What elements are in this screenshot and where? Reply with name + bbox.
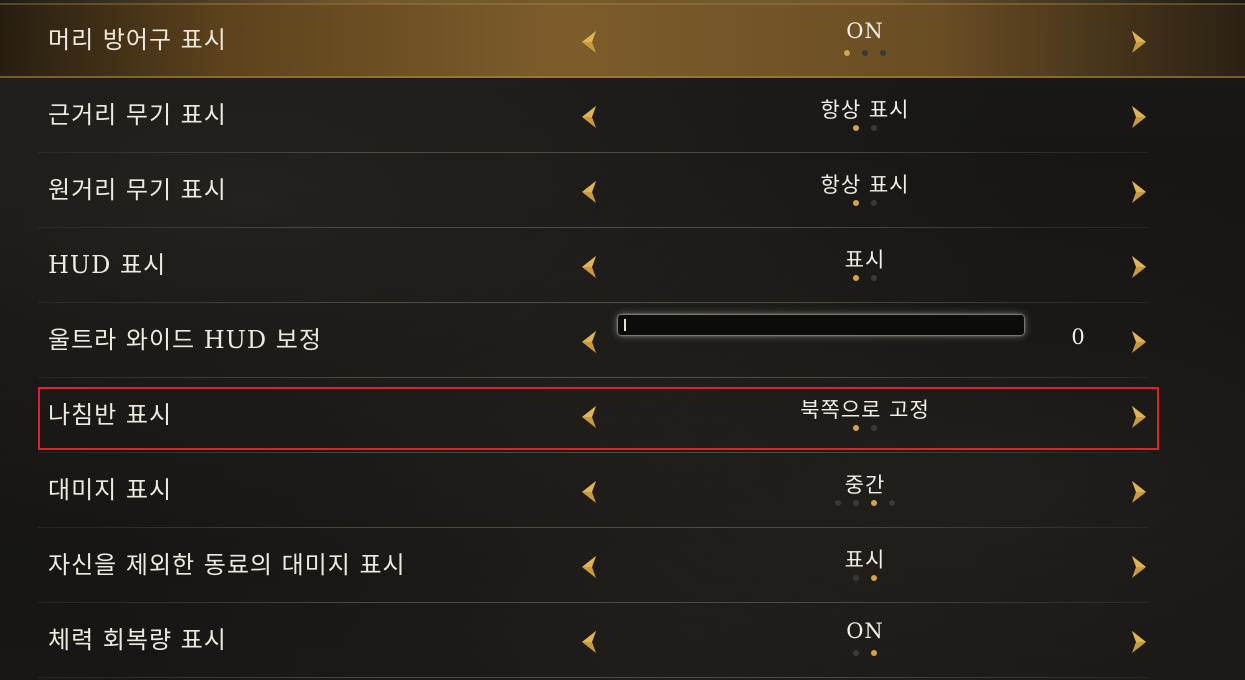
setting-row[interactable]: 머리 방어구 표시 ON: [0, 3, 1245, 78]
chevron-left-icon[interactable]: [578, 404, 602, 430]
option-indicator: [640, 500, 1090, 506]
chevron-right-icon[interactable]: [1126, 629, 1150, 655]
setting-row[interactable]: 대미지 표시 중간: [0, 453, 1245, 528]
setting-value: 표시: [844, 548, 886, 572]
option-dot: [871, 125, 877, 131]
setting-label: 원거리 무기 표시: [48, 176, 227, 204]
option-dot: [853, 500, 859, 506]
chevron-right-icon[interactable]: [1126, 29, 1150, 55]
option-dot-active: [871, 650, 877, 656]
setting-label: 울트라 와이드 HUD 보정: [48, 326, 322, 354]
option-dot: [853, 650, 859, 656]
chevron-left-icon[interactable]: [578, 179, 602, 205]
setting-value: 항상 표시: [820, 173, 910, 197]
setting-row[interactable]: HUD 표시 표시: [0, 228, 1245, 303]
setting-value: ON: [846, 619, 884, 643]
row-divider: [38, 677, 1148, 678]
chevron-left-icon[interactable]: [578, 29, 602, 55]
option-dot: [853, 575, 859, 581]
option-dot-active: [853, 425, 859, 431]
option-dot: [835, 500, 841, 506]
option-indicator: [640, 425, 1090, 431]
setting-row[interactable]: 원거리 무기 표시 항상 표시: [0, 153, 1245, 228]
option-dot: [862, 50, 868, 56]
option-dot-active: [871, 500, 877, 506]
option-dot-active: [853, 275, 859, 281]
option-dot: [889, 500, 895, 506]
setting-value: 항상 표시: [820, 98, 910, 122]
setting-row[interactable]: 체력 회복량 표시 ON: [0, 603, 1245, 678]
setting-label: 자신을 제외한 동료의 대미지 표시: [48, 551, 406, 579]
option-indicator: [640, 200, 1090, 206]
option-indicator: [640, 125, 1090, 131]
option-indicator: [640, 275, 1090, 281]
chevron-left-icon[interactable]: [578, 329, 602, 355]
setting-label: HUD 표시: [48, 251, 167, 279]
option-dot-active: [871, 575, 877, 581]
chevron-left-icon[interactable]: [578, 554, 602, 580]
option-dot: [871, 275, 877, 281]
setting-row[interactable]: 울트라 와이드 HUD 보정 0: [0, 303, 1245, 378]
option-dot: [880, 50, 886, 56]
setting-value: 중간: [844, 473, 886, 497]
setting-value: 북쪽으로 고정: [800, 398, 930, 422]
setting-row[interactable]: 나침반 표시 북쪽으로 고정: [0, 378, 1245, 453]
option-dot: [871, 425, 877, 431]
setting-label: 근거리 무기 표시: [48, 101, 227, 129]
chevron-right-icon[interactable]: [1126, 104, 1150, 130]
setting-value: ON: [846, 19, 884, 43]
option-dot-active: [853, 125, 859, 131]
chevron-left-icon[interactable]: [578, 104, 602, 130]
setting-label: 머리 방어구 표시: [48, 26, 227, 54]
setting-label: 대미지 표시: [48, 476, 173, 504]
hud-offset-slider[interactable]: [618, 315, 1024, 335]
chevron-right-icon[interactable]: [1126, 329, 1150, 355]
chevron-left-icon[interactable]: [578, 629, 602, 655]
option-dot-active: [844, 50, 850, 56]
setting-value: 표시: [844, 248, 886, 272]
chevron-right-icon[interactable]: [1126, 479, 1150, 505]
setting-row[interactable]: 자신을 제외한 동료의 대미지 표시 표시: [0, 528, 1245, 603]
option-dot: [871, 200, 877, 206]
chevron-right-icon[interactable]: [1126, 554, 1150, 580]
chevron-right-icon[interactable]: [1126, 404, 1150, 430]
setting-label: 체력 회복량 표시: [48, 626, 227, 654]
chevron-right-icon[interactable]: [1126, 179, 1150, 205]
option-indicator: [640, 575, 1090, 581]
setting-row[interactable]: 근거리 무기 표시 항상 표시: [0, 78, 1245, 153]
chevron-right-icon[interactable]: [1126, 254, 1150, 280]
setting-label: 나침반 표시: [48, 401, 173, 429]
option-dot-active: [853, 200, 859, 206]
settings-screen: 머리 방어구 표시 ON 근거리 무기 표시 항상 표시 원거리 무기 표시 항상 표시 H…: [0, 0, 1245, 680]
chevron-left-icon[interactable]: [578, 479, 602, 505]
option-indicator: [640, 50, 1090, 56]
chevron-left-icon[interactable]: [578, 254, 602, 280]
slider-handle[interactable]: [624, 319, 626, 331]
option-indicator: [640, 650, 1090, 656]
slider-value: 0: [1071, 325, 1085, 349]
